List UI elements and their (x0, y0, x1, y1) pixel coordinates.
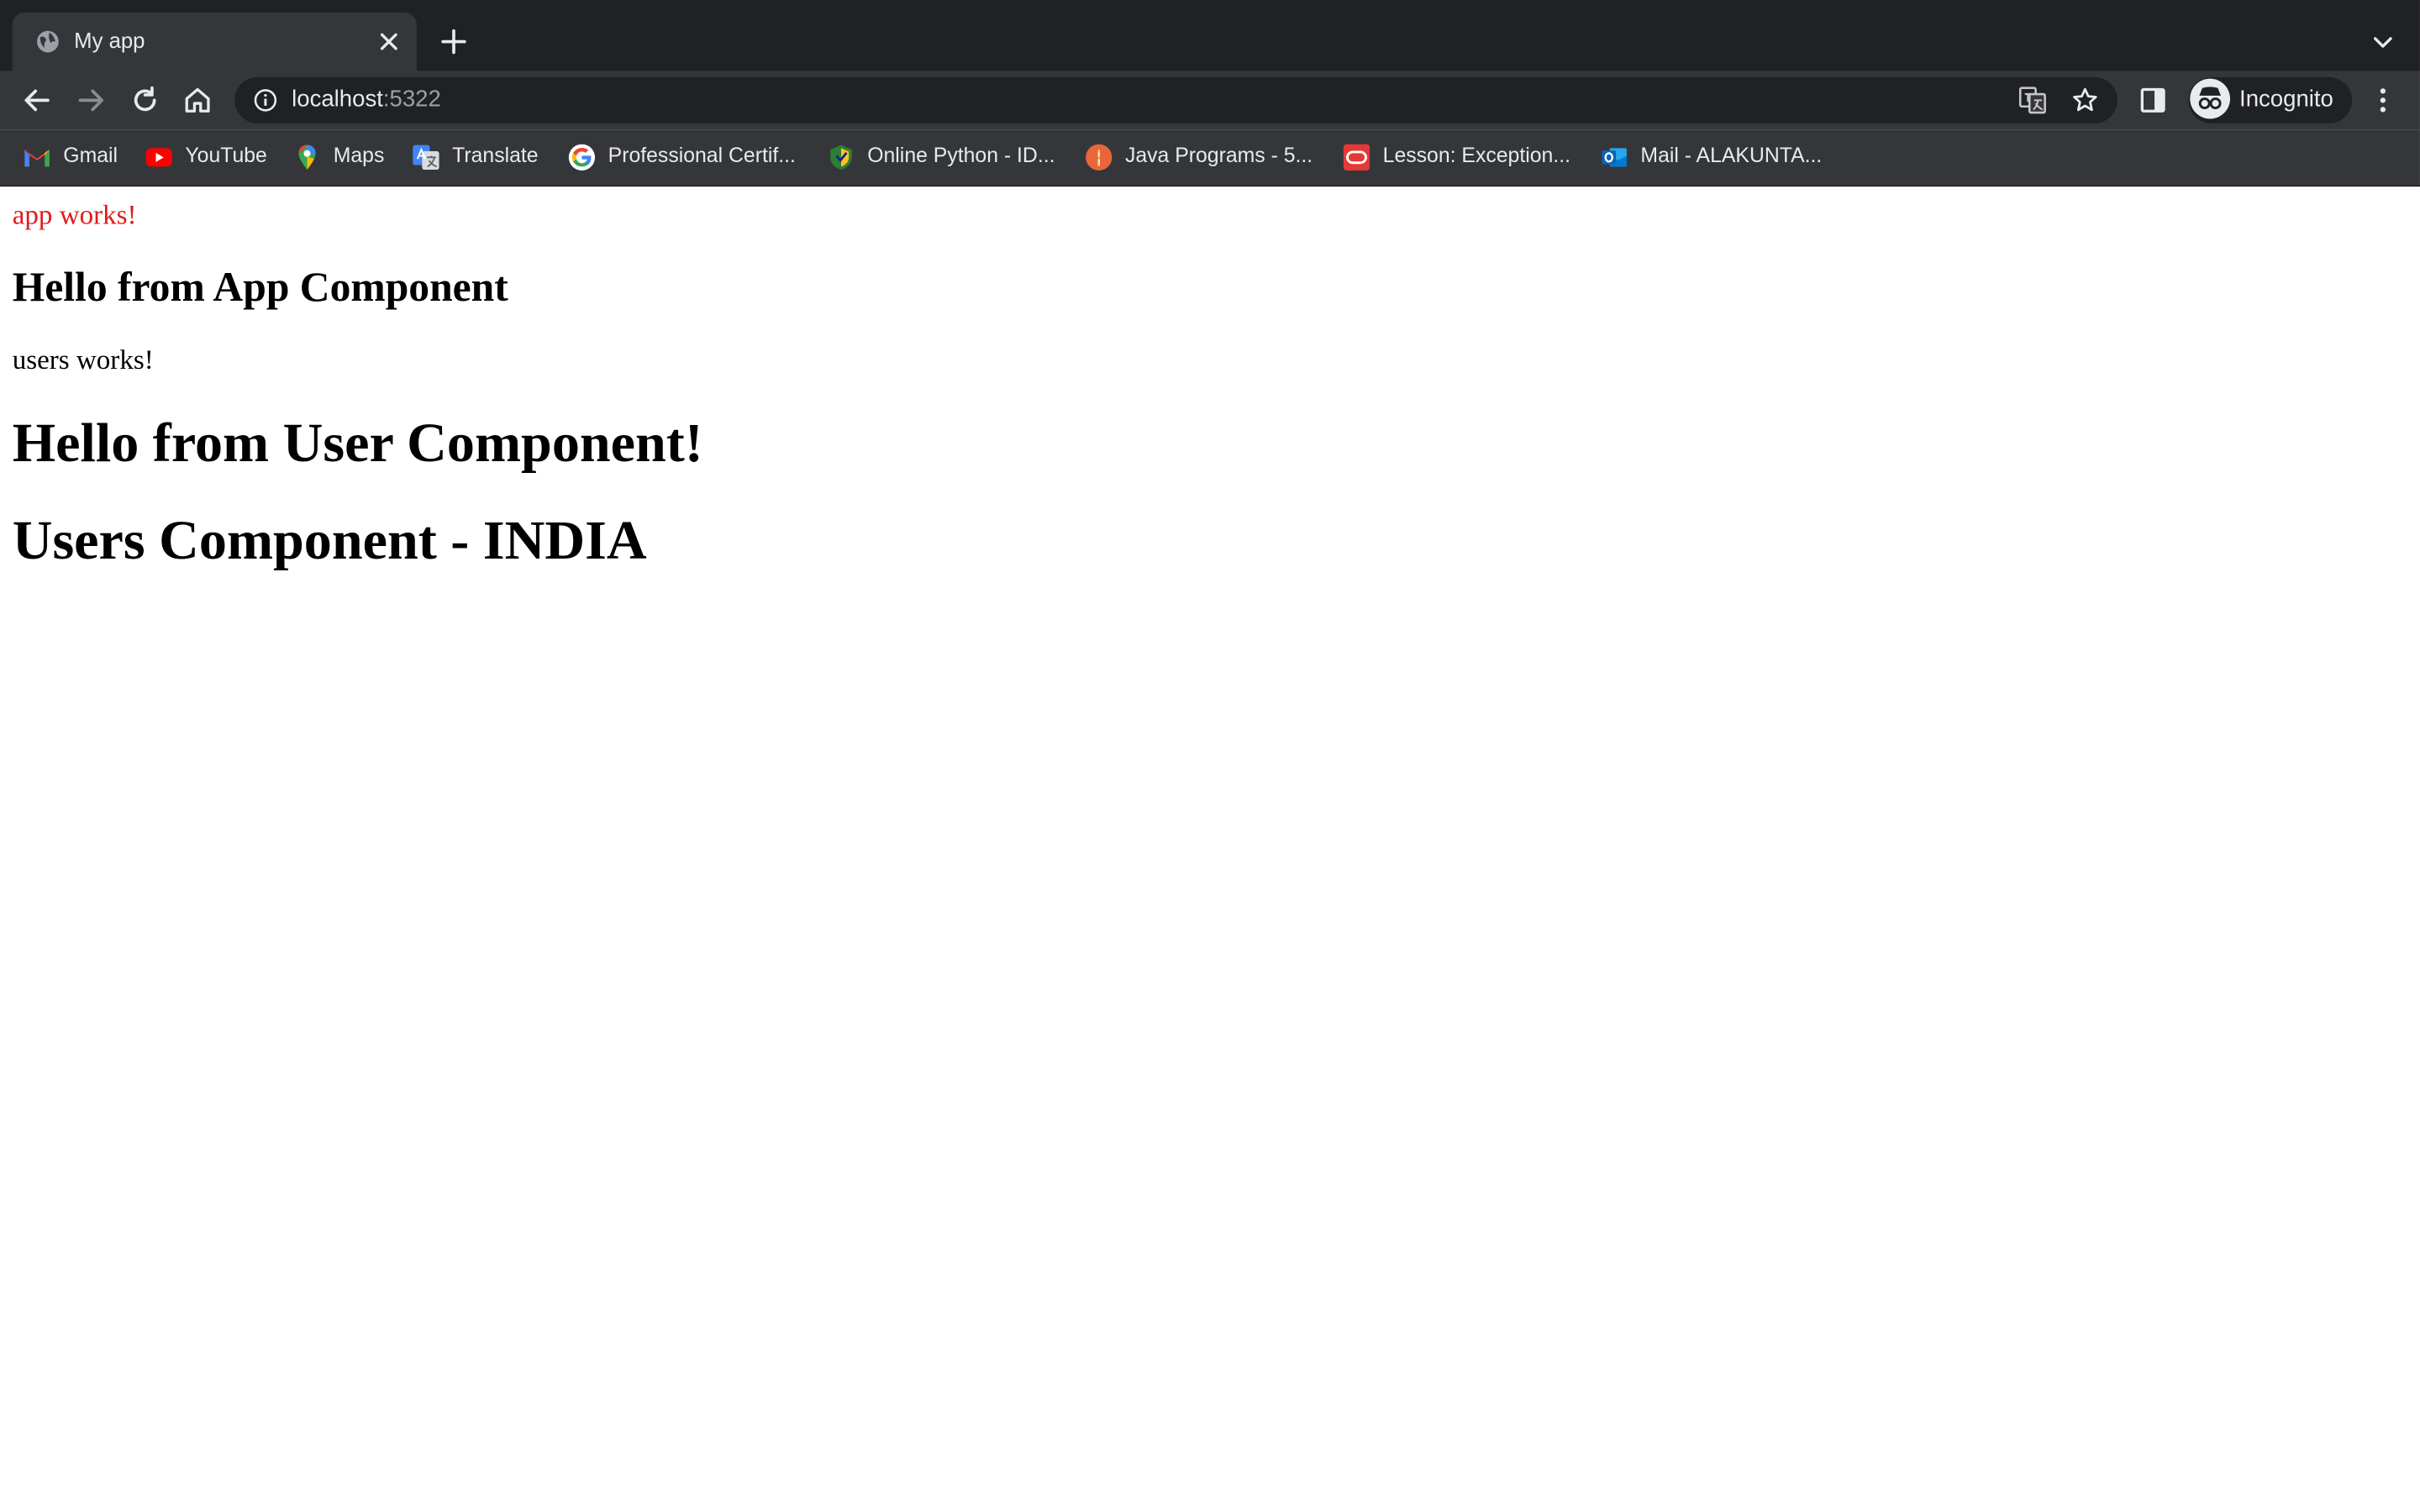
reload-icon[interactable] (128, 83, 161, 117)
bookmark-label: Translate (452, 143, 539, 167)
site-info-icon[interactable] (253, 88, 277, 113)
incognito-icon (2190, 78, 2231, 119)
youtube-icon (145, 148, 172, 167)
user-heading: Hello from User Component! (12, 412, 703, 474)
bookmark-label: Mail - ALAKUNTA... (1640, 143, 1823, 167)
globe-icon (37, 30, 59, 53)
outlook-icon (1602, 148, 1627, 167)
close-icon[interactable] (376, 29, 401, 54)
bookmark-label: Gmail (63, 143, 118, 167)
new-tab-plus-icon[interactable] (439, 26, 470, 57)
profile-incognito-button[interactable]: Incognito (2188, 76, 2353, 123)
app-heading: Hello from App Component (12, 264, 508, 311)
bookmark-label: Java Programs - 5... (1124, 143, 1313, 167)
google-icon (568, 144, 596, 171)
page-content: app works! Hello from App Component user… (0, 186, 2420, 1512)
java-programs-icon (1086, 144, 1113, 171)
url-text[interactable]: localhost:5322 (292, 87, 441, 113)
side-panel-icon[interactable] (2139, 87, 2167, 114)
translate-page-icon[interactable] (2018, 87, 2046, 114)
gmail-icon (24, 150, 50, 167)
python-ide-icon (830, 144, 852, 171)
app-status-text: app works! (12, 198, 137, 230)
browser-window: My app localhost:5322 Incognito Gmail Yo… (0, 0, 2420, 1512)
maps-icon (298, 144, 316, 171)
back-arrow-icon[interactable] (20, 83, 54, 117)
bookmark-label: YouTube (185, 143, 267, 167)
bookmarks-bar: Gmail YouTube Maps Translate Professiona… (0, 129, 2420, 187)
more-vertical-icon[interactable] (2370, 85, 2395, 116)
toolbar: localhost:5322 Incognito (0, 71, 2420, 130)
country-heading: Users Component - INDIA (12, 509, 647, 571)
bookmark-label: Lesson: Exception... (1382, 143, 1570, 167)
tab-strip: My app (0, 0, 2420, 71)
oracle-icon (1343, 144, 1370, 171)
chevron-down-icon[interactable] (2370, 29, 2395, 54)
bookmark-label: Professional Certif... (608, 143, 796, 167)
users-status-text: users works! (12, 344, 154, 375)
bookmark-label: Maps (333, 143, 385, 167)
url-host: localhost (292, 86, 383, 113)
bookmark-star-icon[interactable] (2071, 87, 2099, 114)
address-bar[interactable]: localhost:5322 (234, 76, 2118, 123)
tab-my-app[interactable]: My app (12, 12, 417, 71)
home-icon[interactable] (181, 83, 214, 117)
translate-icon (413, 144, 439, 171)
bookmark-label: Online Python - ID... (867, 143, 1055, 167)
url-port: :5322 (382, 86, 441, 113)
incognito-label: Incognito (2239, 86, 2333, 113)
forward-arrow-icon[interactable] (74, 83, 108, 117)
tab-title: My app (74, 28, 145, 53)
